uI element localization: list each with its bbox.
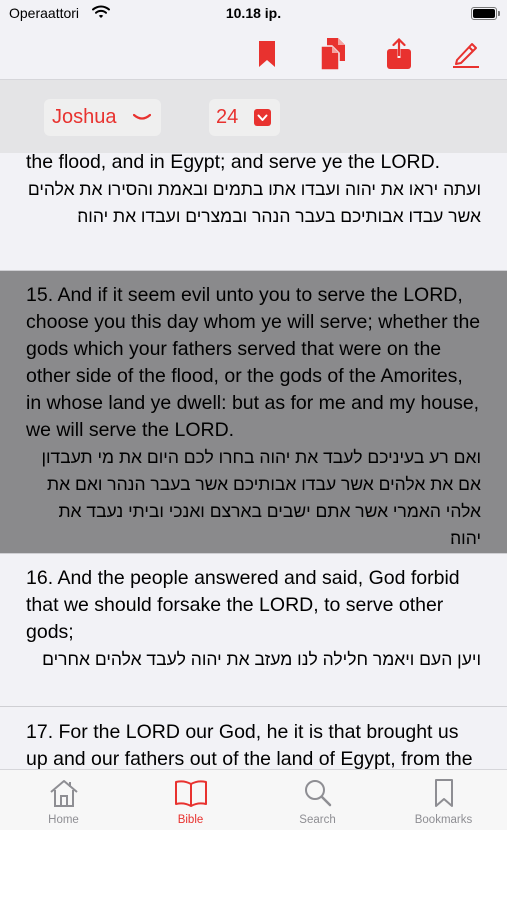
verse-hebrew-text: ועתה יראו את יהוה ועבדו אתו בתמים ובאמת … (27, 179, 481, 226)
edit-icon[interactable] (449, 36, 483, 72)
home-icon (0, 778, 127, 810)
verse-english-text: 15. And if it seem evil unto you to serv… (26, 284, 481, 441)
copy-icon[interactable] (316, 36, 350, 72)
tab-bar: Home Bible Search Bookmarks (0, 769, 507, 830)
chevron-down-icon (254, 109, 271, 126)
book-chapter-selector-bar: Joshua 24 (0, 80, 507, 153)
verse-english-text: 17. For the LORD our God, he it is that … (26, 721, 473, 769)
tab-search[interactable]: Search (254, 770, 381, 831)
search-icon (254, 778, 381, 810)
tab-label: Bible (177, 814, 204, 826)
verse-15-selected[interactable]: 15. And if it seem evil unto you to serv… (0, 271, 507, 554)
share-icon[interactable] (382, 36, 416, 72)
verse-english-text: the flood, and in Egypt; and serve ye th… (26, 153, 441, 173)
tab-bible[interactable]: Bible (127, 770, 254, 831)
chapter-number: 24 (216, 106, 239, 128)
tab-label: Bookmarks (414, 814, 473, 826)
status-bar: Operaattori 10.18 ip. (0, 0, 507, 30)
chapter-dropdown[interactable]: 24 (209, 99, 280, 136)
tab-home[interactable]: Home (0, 770, 127, 831)
bottom-blank-area (0, 830, 507, 900)
battery-icon (471, 7, 500, 20)
bookmark-outline-icon (380, 778, 507, 810)
verse-english-text: 16. And the people answered and said, Go… (26, 567, 460, 643)
verse-hebrew-text: ואם רע בעיניכם לעבד את יהוה בחרו לכם היו… (41, 447, 481, 548)
verse-14[interactable]: the flood, and in Egypt; and serve ye th… (0, 153, 507, 271)
book-name: Joshua (52, 106, 117, 128)
tab-label: Search (299, 814, 336, 826)
book-icon (127, 778, 254, 810)
toolbar (0, 30, 507, 80)
tab-label: Home (48, 814, 79, 826)
tab-bookmarks[interactable]: Bookmarks (380, 770, 507, 831)
verse-list[interactable]: the flood, and in Egypt; and serve ye th… (0, 153, 507, 769)
status-time: 10.18 ip. (225, 5, 282, 21)
book-dropdown[interactable]: Joshua (44, 99, 161, 136)
bookmark-icon[interactable] (250, 36, 284, 72)
verse-17[interactable]: 17. For the LORD our God, he it is that … (0, 707, 507, 769)
chevron-down-icon (132, 110, 152, 128)
verse-16[interactable]: 16. And the people answered and said, Go… (0, 554, 507, 707)
verse-hebrew-text: ויען העם ויאמר חלילה לנו מעזב את יהוה לע… (42, 649, 481, 669)
